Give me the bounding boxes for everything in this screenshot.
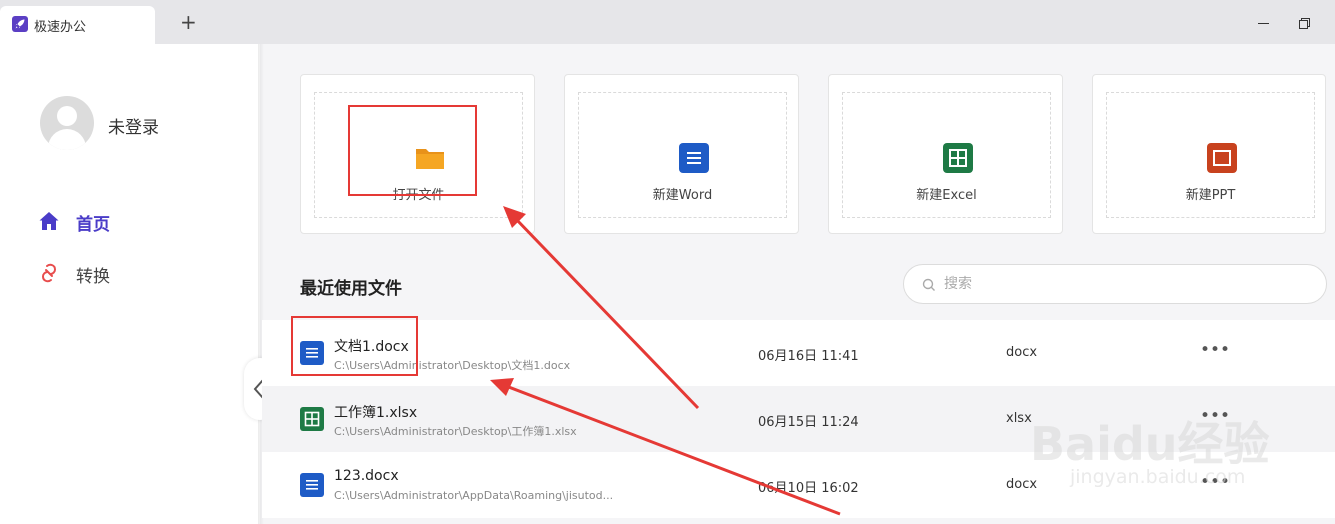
word-icon <box>300 473 324 497</box>
excel-icon <box>943 143 973 173</box>
sidebar-item-convert[interactable]: 转换 <box>38 260 238 287</box>
table-row[interactable]: 文档1.docx C:\Users\Administrator\Desktop\… <box>262 320 1335 386</box>
watermark-url: jingyan.baidu.com <box>1070 466 1246 488</box>
ppt-icon <box>1207 143 1237 173</box>
file-type: docx <box>1006 345 1038 360</box>
rocket-logo-icon <box>12 16 28 32</box>
card-label: 新建Excel <box>916 188 977 203</box>
convert-icon <box>41 263 57 283</box>
title-bar: 极速办公 + <box>0 0 1335 44</box>
excel-icon <box>300 407 324 431</box>
minimize-button[interactable] <box>1258 23 1269 24</box>
file-path: C:\Users\Administrator\AppData\Roaming\j… <box>334 489 614 502</box>
recent-files-title: 最近使用文件 <box>300 279 402 299</box>
file-type: xlsx <box>1006 411 1032 426</box>
card-dashed-area: 新建Excel <box>842 92 1051 218</box>
watermark-text: Baidu经验 <box>1030 417 1270 471</box>
sidebar-item-label: 首页 <box>76 215 110 235</box>
more-options-icon[interactable]: ••• <box>1200 340 1230 360</box>
app-tab[interactable]: 极速办公 <box>0 6 155 44</box>
file-date: 06月16日 11:41 <box>758 349 859 364</box>
annotation-box-open-file <box>348 105 477 196</box>
sidebar-item-home[interactable]: 首页 <box>38 208 238 235</box>
avatar[interactable] <box>40 96 94 150</box>
word-icon <box>679 143 709 173</box>
sidebar: 未登录 首页 转换 <box>0 44 260 524</box>
new-excel-card[interactable]: 新建Excel <box>828 74 1063 234</box>
file-name[interactable]: 工作簿1.xlsx <box>334 402 417 422</box>
tab-title: 极速办公 <box>34 20 87 35</box>
restore-button[interactable] <box>1299 18 1310 29</box>
search-icon <box>922 278 935 291</box>
new-ppt-card[interactable]: 新建PPT <box>1092 74 1326 234</box>
search-input[interactable] <box>944 273 1304 295</box>
card-dashed-area: 新建PPT <box>1106 92 1315 218</box>
home-icon <box>39 212 59 230</box>
sidebar-item-label: 转换 <box>76 267 110 287</box>
card-dashed-area: 新建Word <box>578 92 787 218</box>
new-word-card[interactable]: 新建Word <box>564 74 799 234</box>
file-name[interactable]: 123.docx <box>334 468 399 484</box>
file-date: 06月15日 11:24 <box>758 415 859 430</box>
annotation-box-recent-file <box>291 316 418 376</box>
card-label: 新建Word <box>652 188 713 203</box>
file-date: 06月10日 16:02 <box>758 481 859 496</box>
new-tab-button[interactable]: + <box>180 12 197 32</box>
baidu-watermark: Baidu经验 jingyan.baidu.com <box>1030 380 1300 490</box>
search-box[interactable] <box>903 264 1327 304</box>
card-label: 新建PPT <box>1185 188 1236 203</box>
file-path: C:\Users\Administrator\Desktop\工作簿1.xlsx <box>334 425 577 438</box>
username[interactable]: 未登录 <box>108 113 159 138</box>
